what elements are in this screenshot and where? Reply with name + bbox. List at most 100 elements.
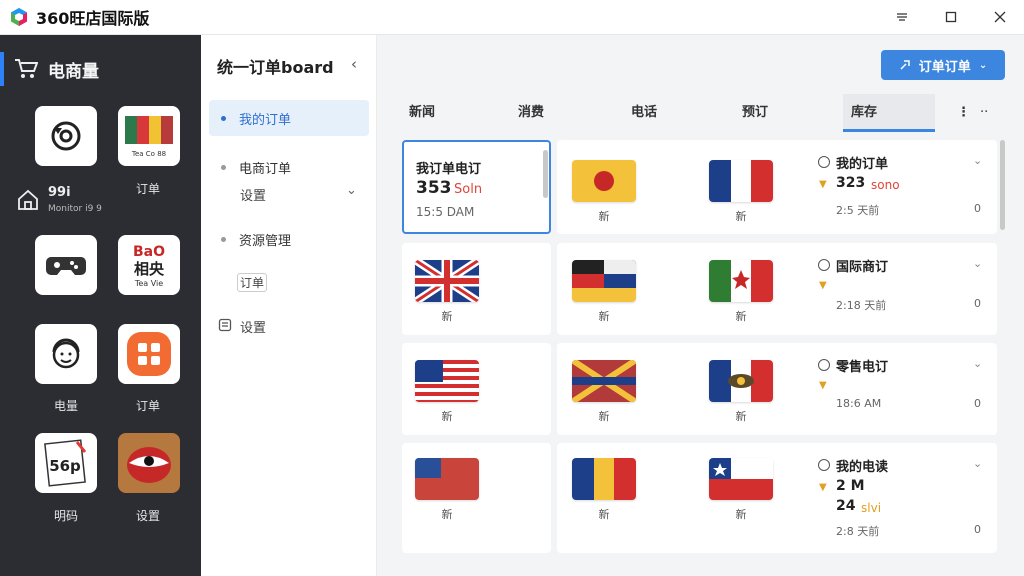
row-time: 2:8 天前 xyxy=(836,525,880,538)
row-expand-chevron-icon[interactable]: ⌄ xyxy=(973,257,982,270)
row-count: 0 xyxy=(974,523,981,536)
app-tile-dish[interactable] xyxy=(118,433,180,493)
close-button[interactable] xyxy=(975,0,1024,35)
app-tile-refresh[interactable] xyxy=(35,106,97,166)
collapse-chevron-icon[interactable]: ‹ xyxy=(351,55,357,73)
cart-icon xyxy=(15,59,38,78)
close-icon xyxy=(994,11,1005,23)
flag-card[interactable]: 新 xyxy=(402,443,551,553)
order-card-title: 我订单电订 xyxy=(416,162,482,177)
flag-card[interactable]: 新 xyxy=(402,343,551,435)
flag-label: 新 xyxy=(735,508,747,521)
window-title: 360旺店国际版 xyxy=(36,9,150,28)
flag-label: 新 xyxy=(441,410,453,423)
france-eye-flag-icon xyxy=(709,360,773,402)
nav-dot-icon xyxy=(221,236,226,242)
tab-news[interactable]: 新闻 xyxy=(409,94,435,132)
app-tile-56px[interactable]: 56p xyxy=(35,433,97,493)
row-count: 0 xyxy=(974,202,981,215)
flag-label: 新 xyxy=(441,508,453,521)
dropdown-chevron-icon: ⌄ xyxy=(978,59,988,71)
row-count: 0 xyxy=(974,397,981,410)
triangle-icon: ▼ xyxy=(819,380,827,391)
tab-phone[interactable]: 电话 xyxy=(631,94,657,132)
home-sublabel: Monitor i9 9 xyxy=(48,204,102,214)
order-row[interactable]: 新 新 零售电订 ⌄ ▼ 18:6 AM 0 xyxy=(557,343,997,435)
nav-item-resources[interactable]: 资源管理 xyxy=(209,221,369,257)
tab-inventory[interactable]: 库存 xyxy=(843,94,935,132)
gamepad-icon xyxy=(46,257,86,275)
row-value: 323 xyxy=(836,175,866,191)
flag-card[interactable]: 新 xyxy=(402,243,551,335)
row-count: 0 xyxy=(974,297,981,310)
minimize-button[interactable] xyxy=(877,0,926,35)
order-row[interactable]: 新 新 我的电读 ⌄ ▼ 2 M 24 slvi 2:8 天前 0 xyxy=(557,443,997,553)
radio-button[interactable] xyxy=(818,259,830,271)
nav-dot-icon xyxy=(221,115,226,121)
svg-text:Tea Vie: Tea Vie xyxy=(134,279,163,288)
card-scrollbar[interactable] xyxy=(543,150,548,198)
order-card-subtext: Soln xyxy=(454,182,483,197)
flag-label: 新 xyxy=(598,310,610,323)
order-action-button[interactable]: 订单订单 ⌄ xyxy=(881,50,1005,80)
overflow-icon[interactable]: ·· xyxy=(980,94,988,132)
row-expand-chevron-icon[interactable]: ⌄ xyxy=(973,357,982,370)
tab-booking[interactable]: 预订 xyxy=(742,94,768,132)
svg-text:56p: 56p xyxy=(49,457,81,475)
chile-flag-icon xyxy=(709,458,773,500)
nav-subitem-badge[interactable]: 订单 xyxy=(237,273,268,292)
nav-dot-icon xyxy=(221,164,226,170)
app-label-orange: 订单 xyxy=(135,399,160,413)
row-value-red: slvi xyxy=(861,501,882,515)
text-logo-icon: BaO 相央 Tea Vie xyxy=(133,244,165,288)
settings-icon xyxy=(218,318,232,332)
row-title: 零售电订 xyxy=(836,360,889,375)
app-tile-orders[interactable]: Tea Co 88 xyxy=(118,106,180,166)
dish-icon xyxy=(127,447,171,483)
radio-button[interactable] xyxy=(818,359,830,371)
more-tabs-icon[interactable]: ⋮ xyxy=(957,94,970,132)
main-scrollbar[interactable] xyxy=(1000,140,1005,230)
red-flag-icon xyxy=(415,458,479,500)
row-title: 我的订单 xyxy=(836,157,889,172)
triangle-icon: ▼ xyxy=(819,280,827,291)
nav-item-label: 电商订单 xyxy=(239,161,292,177)
headset-face-icon xyxy=(52,338,80,369)
maximize-button[interactable] xyxy=(926,0,975,35)
order-row[interactable]: 新 新 我的订单 ⌄ ▼ 323 sono 2:5 天前 0 xyxy=(557,140,997,234)
nav-item-label: 资源管理 xyxy=(239,233,292,249)
tab-consume[interactable]: 消费 xyxy=(518,94,544,132)
sidebar-header[interactable]: 电商量 xyxy=(0,49,201,89)
nav-subitem[interactable]: 设置 xyxy=(240,185,266,204)
app-tile-gamepad[interactable] xyxy=(35,235,97,295)
app-tile-orange[interactable] xyxy=(118,324,180,384)
row-expand-chevron-icon[interactable]: ⌄ xyxy=(973,154,982,167)
radio-button[interactable] xyxy=(818,156,830,168)
svg-text:相央: 相央 xyxy=(134,260,165,278)
sidebar: 电商量 Tea Co 88 99i Monitor i9 9 订单 BaO 相央… xyxy=(0,35,201,576)
row-time: 18:6 AM xyxy=(836,397,882,410)
home-icon xyxy=(18,189,38,210)
app-label-orders: 订单 xyxy=(135,182,160,196)
nav-footer-item[interactable]: 设置 xyxy=(240,317,266,336)
nav-item-ecommerce[interactable]: 电商订单 xyxy=(209,149,369,185)
app-tile-brand[interactable]: BaO 相央 Tea Vie xyxy=(118,235,180,295)
expand-chevron-icon[interactable]: ⌄ xyxy=(346,183,357,198)
row-expand-chevron-icon[interactable]: ⌄ xyxy=(973,457,982,470)
france-flag-icon xyxy=(709,160,773,202)
app-tile-support[interactable] xyxy=(35,324,97,384)
link-icon xyxy=(900,60,910,70)
app-label-dish: 设置 xyxy=(135,509,160,523)
nav-item-my-orders[interactable]: 我的订单 xyxy=(209,100,369,136)
app-label-support: 电量 xyxy=(53,399,78,413)
svg-text:Tea Co 88: Tea Co 88 xyxy=(131,150,166,158)
order-card-time: 15:5 DAM xyxy=(416,205,475,219)
flag-label: 新 xyxy=(735,210,747,223)
radio-button[interactable] xyxy=(818,459,830,471)
row-value-red: sono xyxy=(871,178,900,192)
order-summary-card[interactable]: 我订单电订 353 Soln 15:5 DAM xyxy=(402,140,551,234)
triangle-icon: ▼ xyxy=(819,482,827,493)
order-action-label: 订单订单 xyxy=(918,59,971,75)
row-time: 2:5 天前 xyxy=(836,204,880,217)
order-row[interactable]: 新 新 国际商订 ⌄ ▼ 2:18 天前 0 xyxy=(557,243,997,335)
